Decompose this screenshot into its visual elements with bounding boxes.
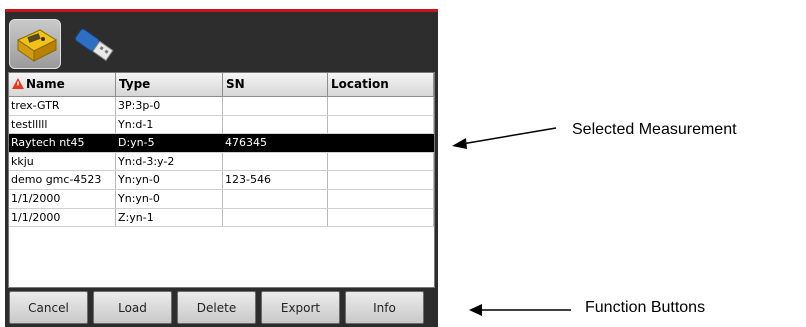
cell-sn xyxy=(223,97,328,115)
cell-name: testlllll xyxy=(9,115,116,134)
column-header-sn[interactable]: SN xyxy=(223,73,328,96)
toolbar xyxy=(5,12,438,69)
cell-location xyxy=(328,189,434,208)
export-button[interactable]: Export xyxy=(261,291,340,324)
measurement-device-icon[interactable] xyxy=(9,19,61,69)
cell-location xyxy=(328,171,434,189)
sort-warning-icon xyxy=(12,78,24,92)
cell-name: trex-GTR xyxy=(9,97,116,115)
cell-type: Yn:d-3:y-2 xyxy=(116,152,223,171)
table-row[interactable]: 1/1/2000 Z:yn-1 xyxy=(9,208,434,228)
column-header-location[interactable]: Location xyxy=(328,73,434,96)
table-row[interactable]: testlllll Yn:d-1 xyxy=(9,115,434,135)
function-buttons-arrow xyxy=(469,304,571,316)
cell-sn: 476345 xyxy=(223,134,328,152)
column-header-name[interactable]: Name xyxy=(9,73,116,96)
cell-location xyxy=(328,115,434,134)
cell-location xyxy=(328,152,434,171)
cell-location xyxy=(328,97,434,115)
cell-sn xyxy=(223,189,328,208)
load-button[interactable]: Load xyxy=(93,291,172,324)
cell-type: Z:yn-1 xyxy=(116,208,223,227)
measurement-table: Name Type SN Location trex-GTR 3P:3p-0 t… xyxy=(8,72,435,288)
cell-location xyxy=(328,208,434,227)
cell-location xyxy=(328,134,434,152)
cell-name: Raytech nt45 xyxy=(9,134,116,152)
table-row[interactable]: demo gmc-4523 Yn:yn-0 123-546 xyxy=(9,171,434,190)
cell-name: 1/1/2000 xyxy=(9,208,116,227)
table-header: Name Type SN Location xyxy=(9,73,434,97)
table-row[interactable]: trex-GTR 3P:3p-0 xyxy=(9,97,434,116)
cell-type: Yn:yn-0 xyxy=(116,171,223,189)
table-row-selected[interactable]: Raytech nt45 D:yn-5 476345 xyxy=(9,134,434,153)
usb-drive-icon[interactable] xyxy=(67,19,119,69)
cell-name: 1/1/2000 xyxy=(9,189,116,208)
selected-measurement-arrow xyxy=(452,127,557,149)
info-button[interactable]: Info xyxy=(345,291,424,324)
cell-type: D:yn-5 xyxy=(116,134,223,152)
cell-sn xyxy=(223,152,328,171)
table-row[interactable]: kkju Yn:d-3:y-2 xyxy=(9,152,434,172)
cancel-button[interactable]: Cancel xyxy=(9,291,88,324)
cell-name: demo gmc-4523 xyxy=(9,171,116,189)
table-row[interactable]: 1/1/2000 Yn:yn-0 xyxy=(9,189,434,209)
cell-type: Yn:yn-0 xyxy=(116,189,223,208)
function-buttons-label: Function Buttons xyxy=(585,299,706,316)
column-header-type[interactable]: Type xyxy=(116,73,223,96)
selected-measurement-label: Selected Measurement xyxy=(572,121,737,138)
device-screen: Name Type SN Location trex-GTR 3P:3p-0 t… xyxy=(5,9,438,327)
cell-type: 3P:3p-0 xyxy=(116,97,223,115)
cell-sn xyxy=(223,115,328,134)
delete-button[interactable]: Delete xyxy=(177,291,256,324)
function-button-bar: Cancel Load Delete Export Info xyxy=(5,291,438,327)
cell-sn: 123-546 xyxy=(223,171,328,189)
cell-sn xyxy=(223,208,328,227)
cell-name: kkju xyxy=(9,152,116,171)
cell-type: Yn:d-1 xyxy=(116,115,223,134)
